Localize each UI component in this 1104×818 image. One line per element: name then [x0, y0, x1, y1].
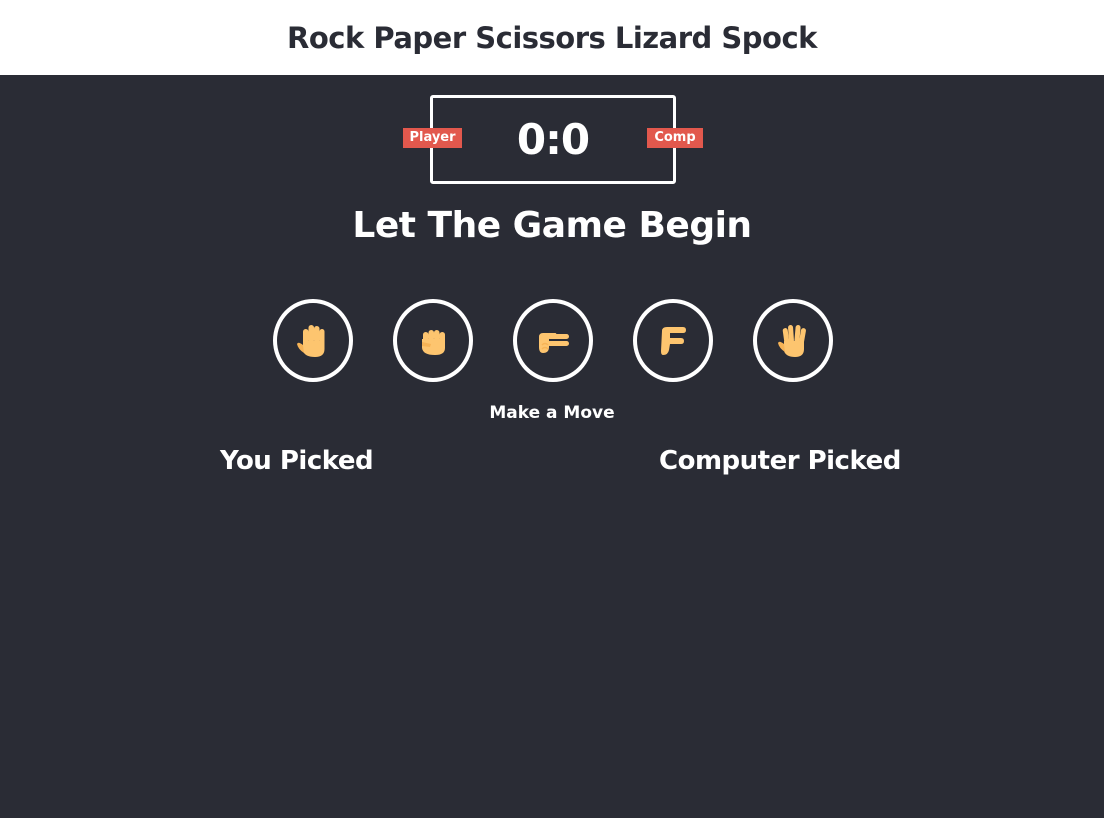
player-badge: Player: [403, 128, 462, 148]
scoreboard: 0:0: [430, 95, 676, 184]
computer-picked-label: Computer Picked: [659, 446, 901, 476]
raised-hand-icon: [297, 324, 325, 357]
game-message: Let The Game Begin: [352, 205, 752, 246]
lizard-hand-icon: [661, 326, 686, 355]
spock-button[interactable]: [753, 299, 833, 382]
paper-button[interactable]: [273, 299, 353, 382]
score-display: 0:0: [516, 115, 590, 164]
raised-fist-icon: [422, 329, 445, 355]
vulcan-salute-icon: [778, 324, 806, 357]
make-move-prompt: Make a Move: [489, 403, 615, 423]
app-header: Rock Paper Scissors Lizard Spock: [0, 0, 1104, 75]
you-picked-label: You Picked: [220, 446, 374, 476]
comp-badge: Comp: [647, 128, 703, 148]
rock-button[interactable]: [393, 299, 473, 382]
lizard-button[interactable]: [633, 299, 713, 382]
scissors-button[interactable]: [513, 299, 593, 382]
page-title: Rock Paper Scissors Lizard Spock: [287, 20, 817, 55]
victory-hand-icon: [539, 332, 569, 353]
